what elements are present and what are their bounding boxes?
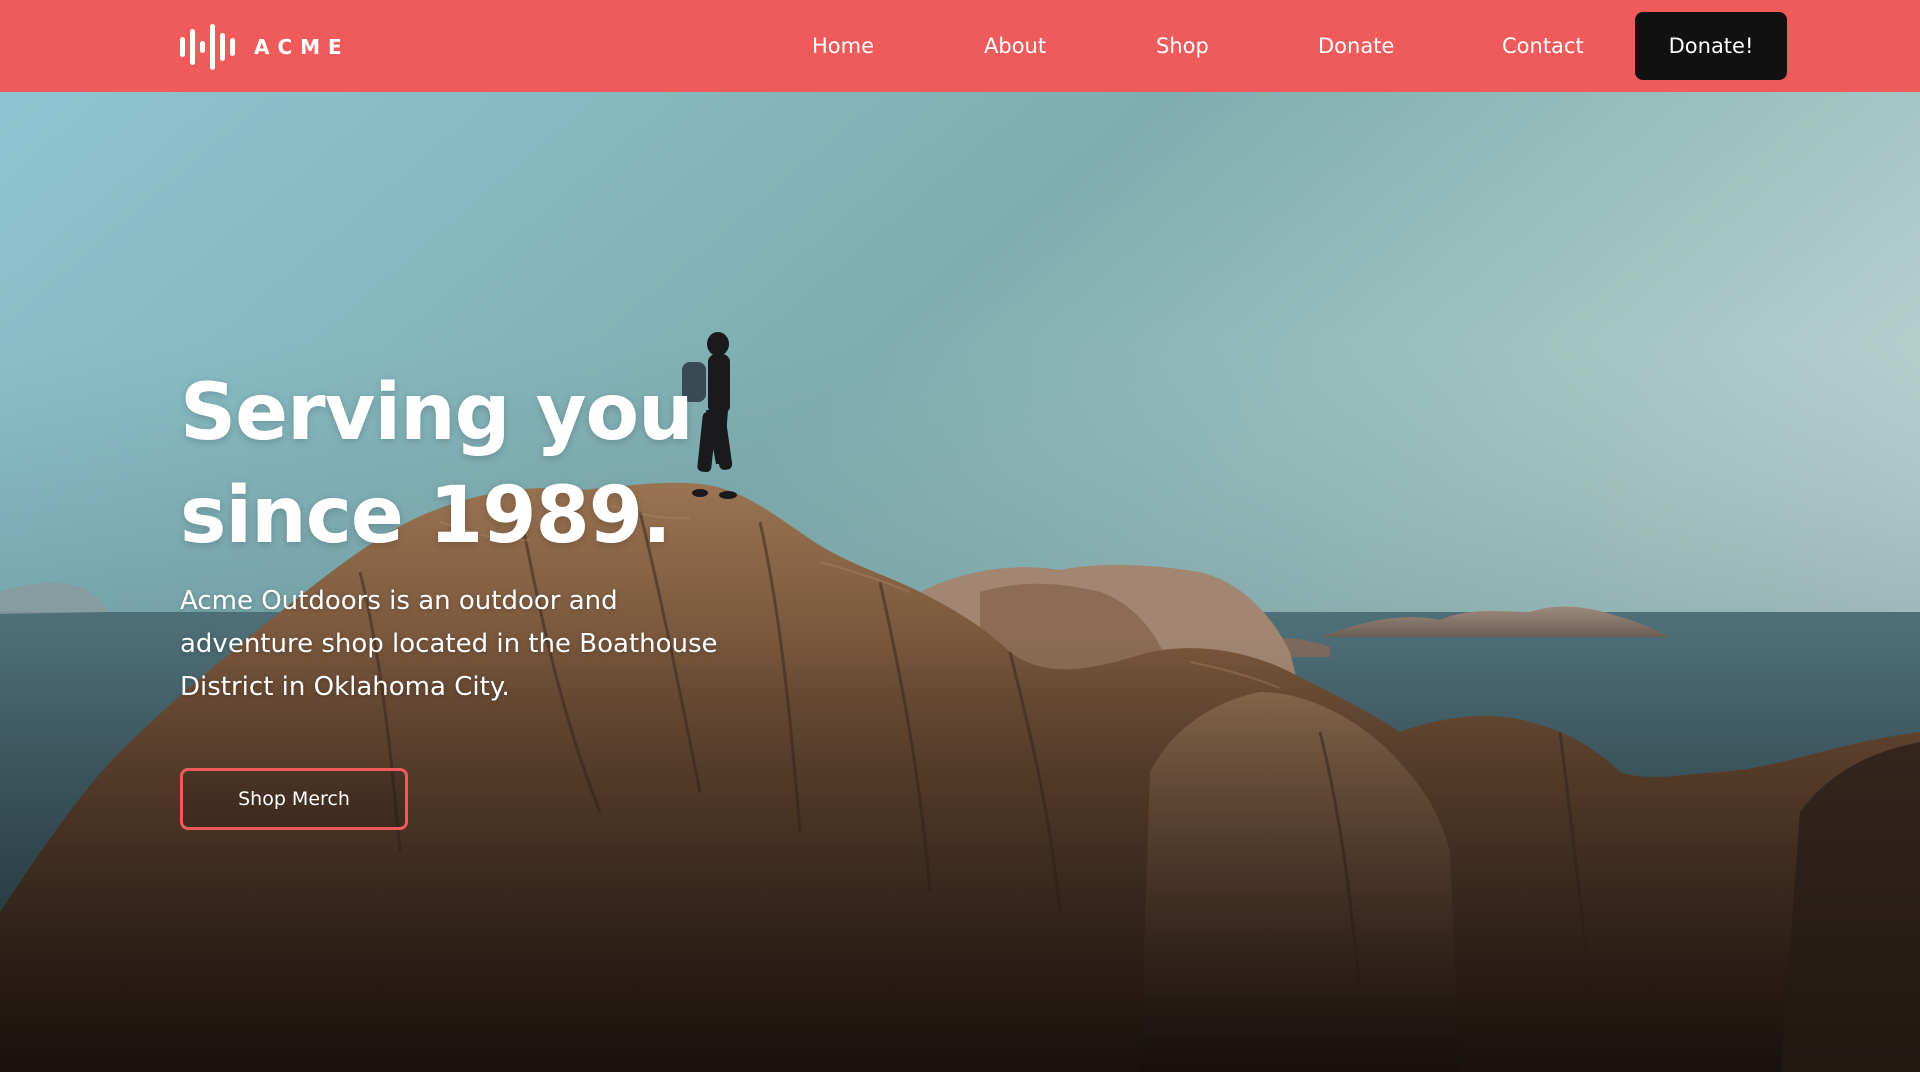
hero-description: Acme Outdoors is an outdoor and adventur… [180, 586, 718, 702]
nav-link-home[interactable]: Home [812, 30, 874, 62]
page-bottom-edge [0, 1072, 1920, 1080]
hero-title-line-2: since 1989. [180, 471, 672, 561]
page: ACME Home About Shop Donate Contact Dona… [0, 0, 1920, 1080]
navbar: ACME Home About Shop Donate Contact Dona… [0, 0, 1920, 92]
logo-text: ACME [254, 35, 350, 59]
logo[interactable]: ACME [178, 24, 350, 70]
hero-section: Serving you since 1989. Acme Outdoors is… [0, 92, 1920, 1080]
hero-title: Serving you since 1989. [180, 362, 900, 568]
nav-link-donate[interactable]: Donate [1318, 30, 1394, 62]
nav-link-contact[interactable]: Contact [1502, 30, 1584, 62]
sound-wave-icon [180, 24, 235, 70]
nav-link-about[interactable]: About [984, 30, 1046, 62]
hero-title-line-1: Serving you [180, 368, 694, 458]
donate-button[interactable]: Donate! [1635, 12, 1787, 80]
shop-merch-button[interactable]: Shop Merch [180, 768, 408, 830]
nav-link-shop[interactable]: Shop [1156, 30, 1209, 62]
